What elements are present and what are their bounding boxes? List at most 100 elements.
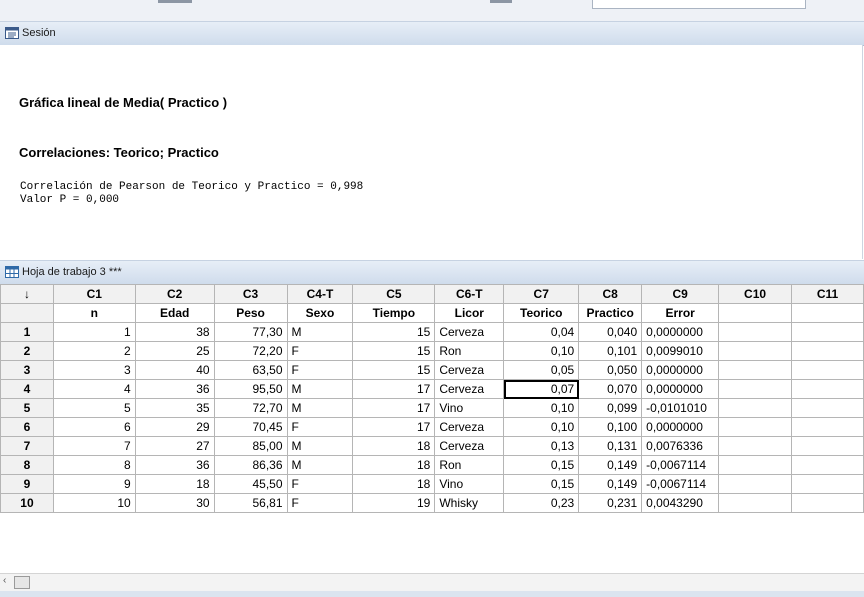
data-cell[interactable]: 0,23 bbox=[503, 493, 580, 513]
column-header[interactable]: C7 bbox=[503, 284, 580, 304]
scrollbar-thumb[interactable] bbox=[14, 576, 30, 589]
data-cell[interactable]: F bbox=[286, 474, 354, 494]
data-cell[interactable]: 18 bbox=[352, 455, 436, 475]
data-cell[interactable]: 72,20 bbox=[213, 341, 288, 361]
column-name-cell[interactable] bbox=[791, 303, 864, 323]
scroll-left-icon[interactable]: ‹ bbox=[3, 575, 6, 586]
row-number[interactable]: 1 bbox=[0, 322, 54, 342]
data-cell[interactable]: 29 bbox=[134, 417, 215, 437]
data-cell[interactable]: Cerveza bbox=[434, 417, 505, 437]
data-cell[interactable]: Whisky bbox=[434, 493, 505, 513]
data-cell[interactable]: 0,040 bbox=[578, 322, 643, 342]
row-number[interactable]: 10 bbox=[0, 493, 54, 513]
column-name-cell[interactable] bbox=[718, 303, 792, 323]
data-cell[interactable]: 0,0000000 bbox=[641, 322, 720, 342]
data-cell[interactable]: M bbox=[286, 379, 354, 399]
data-cell[interactable] bbox=[791, 493, 864, 513]
data-cell[interactable] bbox=[718, 436, 792, 456]
horizontal-scrollbar[interactable]: ‹ bbox=[0, 573, 864, 591]
data-cell[interactable]: Cerveza bbox=[434, 379, 505, 399]
data-cell[interactable]: 6 bbox=[52, 417, 136, 437]
data-cell[interactable]: 35 bbox=[134, 398, 215, 418]
data-cell[interactable]: 18 bbox=[352, 436, 436, 456]
data-cell[interactable]: 63,50 bbox=[213, 360, 288, 380]
data-cell[interactable]: -0,0067114 bbox=[641, 474, 720, 494]
data-cell[interactable] bbox=[718, 455, 792, 475]
data-cell[interactable] bbox=[791, 360, 864, 380]
data-cell[interactable]: 0,070 bbox=[578, 379, 643, 399]
data-cell[interactable]: 0,10 bbox=[503, 398, 580, 418]
row-number[interactable]: 2 bbox=[0, 341, 54, 361]
data-cell[interactable]: 15 bbox=[352, 341, 436, 361]
data-cell[interactable] bbox=[791, 455, 864, 475]
data-cell[interactable]: 70,45 bbox=[213, 417, 288, 437]
data-cell[interactable]: 18 bbox=[134, 474, 215, 494]
data-cell[interactable] bbox=[718, 493, 792, 513]
row-number[interactable]: 4 bbox=[0, 379, 54, 399]
data-cell[interactable]: 72,70 bbox=[213, 398, 288, 418]
row-number[interactable]: 6 bbox=[0, 417, 54, 437]
data-cell[interactable]: 18 bbox=[352, 474, 436, 494]
data-cell[interactable]: 40 bbox=[134, 360, 215, 380]
column-header[interactable]: C1 bbox=[52, 284, 136, 304]
data-cell[interactable]: 0,0000000 bbox=[641, 360, 720, 380]
data-cell[interactable]: Cerveza bbox=[434, 322, 505, 342]
column-header[interactable]: C8 bbox=[578, 284, 643, 304]
data-cell[interactable]: 0,05 bbox=[503, 360, 580, 380]
data-cell[interactable]: Ron bbox=[434, 341, 505, 361]
data-cell[interactable]: 0,131 bbox=[578, 436, 643, 456]
session-output[interactable]: Gráfica lineal de Media( Practico ) Corr… bbox=[0, 45, 863, 259]
column-header[interactable]: C5 bbox=[352, 284, 436, 304]
data-cell[interactable] bbox=[718, 474, 792, 494]
data-cell[interactable]: -0,0067114 bbox=[641, 455, 720, 475]
column-name-cell[interactable]: Tiempo bbox=[352, 303, 436, 323]
data-cell[interactable]: 0,100 bbox=[578, 417, 643, 437]
data-cell[interactable]: 36 bbox=[134, 455, 215, 475]
data-cell[interactable]: 0,10 bbox=[503, 417, 580, 437]
column-name-cell[interactable]: n bbox=[52, 303, 136, 323]
column-header[interactable]: C6-T bbox=[434, 284, 505, 304]
data-cell[interactable]: 0,101 bbox=[578, 341, 643, 361]
data-cell[interactable]: 8 bbox=[52, 455, 136, 475]
data-cell[interactable]: 4 bbox=[52, 379, 136, 399]
data-cell[interactable]: M bbox=[286, 436, 354, 456]
data-cell[interactable]: 0,07 bbox=[503, 379, 580, 399]
row-number[interactable]: 5 bbox=[0, 398, 54, 418]
data-cell[interactable] bbox=[791, 398, 864, 418]
data-cell[interactable]: M bbox=[286, 398, 354, 418]
data-cell[interactable]: 0,149 bbox=[578, 455, 643, 475]
data-cell[interactable] bbox=[718, 360, 792, 380]
data-cell[interactable]: Ron bbox=[434, 455, 505, 475]
row-number[interactable]: 3 bbox=[0, 360, 54, 380]
data-cell[interactable] bbox=[791, 436, 864, 456]
column-header[interactable]: C4-T bbox=[286, 284, 354, 304]
data-cell[interactable]: F bbox=[286, 360, 354, 380]
data-cell[interactable]: 0,0076336 bbox=[641, 436, 720, 456]
column-name-cell[interactable]: Sexo bbox=[286, 303, 354, 323]
data-cell[interactable]: Cerveza bbox=[434, 436, 505, 456]
data-cell[interactable]: 0,0099010 bbox=[641, 341, 720, 361]
column-name-cell[interactable]: Licor bbox=[434, 303, 505, 323]
data-cell[interactable]: 77,30 bbox=[213, 322, 288, 342]
row-number[interactable]: 8 bbox=[0, 455, 54, 475]
row-number[interactable]: 9 bbox=[0, 474, 54, 494]
data-cell[interactable]: F bbox=[286, 493, 354, 513]
data-cell[interactable]: 0,149 bbox=[578, 474, 643, 494]
data-cell[interactable] bbox=[718, 341, 792, 361]
worksheet-grid[interactable]: ↓ C1 C2 C3 C4-T C5 C6-T C7 C8 C9 C10 C11… bbox=[0, 284, 864, 513]
data-cell[interactable]: 0,099 bbox=[578, 398, 643, 418]
data-cell[interactable]: 0,231 bbox=[578, 493, 643, 513]
data-cell[interactable]: 56,81 bbox=[213, 493, 288, 513]
column-header[interactable]: C11 bbox=[791, 284, 864, 304]
column-name-cell[interactable]: Teorico bbox=[503, 303, 580, 323]
data-cell[interactable]: 0,0000000 bbox=[641, 417, 720, 437]
column-header[interactable]: C2 bbox=[134, 284, 215, 304]
data-cell[interactable]: 0,0043290 bbox=[641, 493, 720, 513]
data-cell[interactable] bbox=[791, 417, 864, 437]
data-cell[interactable]: 0,10 bbox=[503, 341, 580, 361]
data-cell[interactable]: 17 bbox=[352, 417, 436, 437]
data-cell[interactable]: 9 bbox=[52, 474, 136, 494]
data-cell[interactable] bbox=[791, 341, 864, 361]
data-cell[interactable]: 15 bbox=[352, 360, 436, 380]
column-name-cell[interactable]: Practico bbox=[578, 303, 643, 323]
